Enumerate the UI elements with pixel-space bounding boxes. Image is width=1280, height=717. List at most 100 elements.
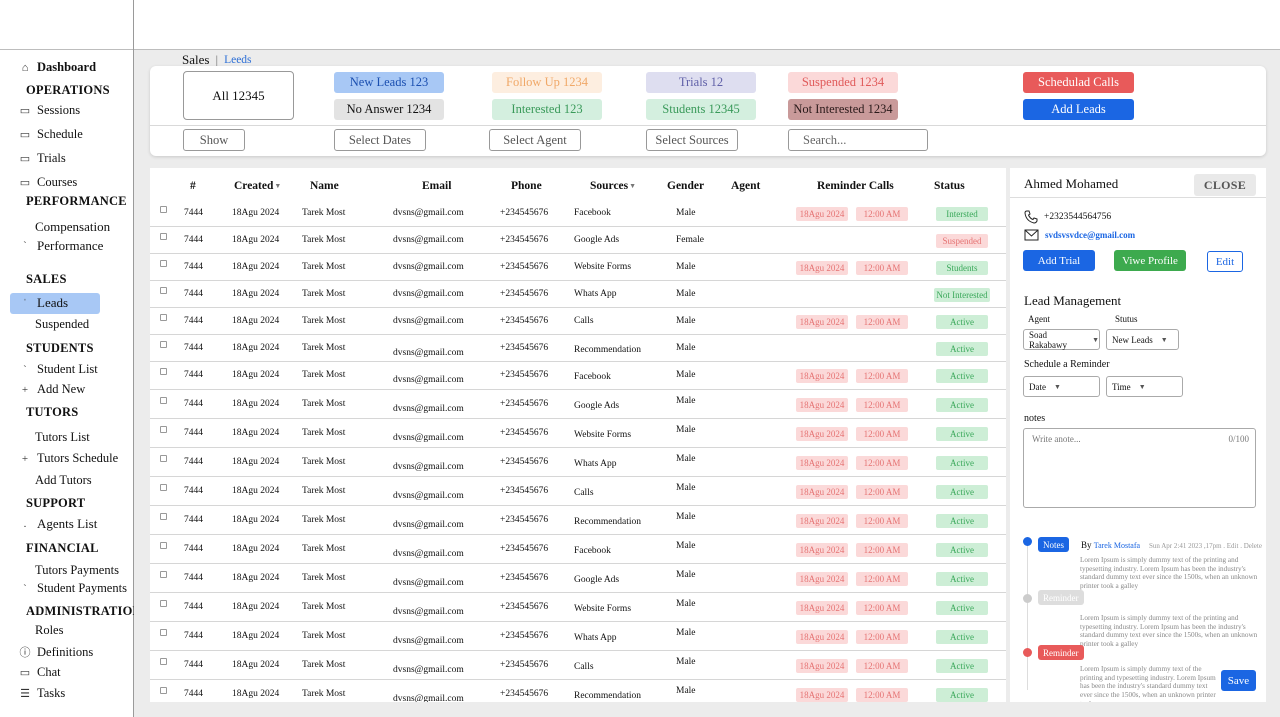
show-button[interactable]: Show [183, 129, 245, 151]
sidebar-item-tasks[interactable]: ☰ Tasks [18, 686, 65, 701]
timeline-author[interactable]: Tarek Mostafa [1094, 541, 1140, 550]
row-checkbox[interactable] [160, 426, 167, 433]
row-checkbox[interactable] [160, 233, 167, 240]
row-source: Whats App [574, 633, 617, 643]
agent-select[interactable]: Soad Rakabawy ▼ [1023, 329, 1100, 350]
row-checkbox[interactable] [160, 571, 167, 578]
filter-interested[interactable]: Interested 123 [492, 99, 602, 120]
row-checkbox[interactable] [160, 600, 167, 607]
sidebar-item-sessions[interactable]: ▭ Sessions [18, 103, 80, 118]
sidebar-item-add-new[interactable]: + Add New [18, 382, 85, 397]
sidebar-item-tutors-schedule[interactable]: + Tutors Schedule [18, 451, 118, 466]
row-checkbox[interactable] [160, 687, 167, 694]
sidebar-item-roles[interactable]: Roles [35, 623, 63, 638]
sidebar-item-tutors-list[interactable]: Tutors List [35, 430, 90, 445]
sidebar-item-chat[interactable]: ▭ Chat [18, 665, 61, 680]
row-source: Calls [574, 488, 594, 498]
sidebar-item-leads[interactable]: ˈ Leads [18, 295, 68, 311]
sidebar-item-trials[interactable]: ▭ Trials [18, 151, 66, 166]
sidebar-item-student-payments[interactable]: ˋ Student Payments [18, 581, 127, 596]
sidebar-item-performance[interactable]: ˋ Performance [18, 238, 103, 254]
row-checkbox[interactable] [160, 629, 167, 636]
filter-suspended[interactable]: Suspended 1234 [788, 72, 898, 93]
table-row[interactable]: 7444 18Agu 2024 Tarek Most dvsns@gmail.com +… [150, 254, 1006, 281]
table-row[interactable]: 7444 18Agu 2024 Tarek Most dvsns@gmail.com +… [150, 680, 1006, 702]
row-checkbox[interactable] [160, 658, 167, 665]
sidebar-item-definitions[interactable]: ⓘ Definitions [18, 644, 94, 660]
add-trial-button[interactable]: Add Trial [1023, 250, 1095, 271]
status-select[interactable]: New Leads ▼ [1106, 329, 1179, 350]
table-row[interactable]: 7444 18Agu 2024 Tarek Most dvsns@gmail.com +… [150, 390, 1006, 419]
filter-not-interested[interactable]: Not Interested 1234 [788, 99, 898, 120]
row-checkbox[interactable] [160, 368, 167, 375]
row-reminder-date: 18Agu 2024 [796, 572, 848, 586]
table-row[interactable]: 7444 18Agu 2024 Tarek Most dvsns@gmail.com +… [150, 200, 1006, 227]
dot-icon: . [23, 518, 27, 530]
table-row[interactable]: 7444 18Agu 2024 Tarek Most dvsns@gmail.com +… [150, 622, 1006, 651]
row-gender: Male [676, 425, 696, 435]
scheduled-calls-button[interactable]: Schedulad Calls [1023, 72, 1134, 93]
row-checkbox[interactable] [160, 260, 167, 267]
table-row[interactable]: 7444 18Agu 2024 Tarek Most dvsns@gmail.com +… [150, 477, 1006, 506]
row-checkbox[interactable] [160, 484, 167, 491]
table-row[interactable]: 7444 18Agu 2024 Tarek Most dvsns@gmail.com +… [150, 362, 1006, 390]
row-checkbox[interactable] [160, 542, 167, 549]
sidebar-item-courses[interactable]: ▭ Courses [18, 175, 77, 190]
row-phone: +234545676 [500, 316, 549, 326]
filter-follow-up[interactable]: Follow Up 1234 [492, 72, 602, 93]
col-header-sources[interactable]: Sources▼ [590, 180, 636, 192]
time-select[interactable]: Time ▼ [1106, 376, 1183, 397]
edit-button[interactable]: Edit [1207, 251, 1243, 272]
row-phone: +234545676 [500, 208, 549, 218]
select-agent-button[interactable]: Select Agent [489, 129, 581, 151]
row-checkbox[interactable] [160, 206, 167, 213]
select-sources-button[interactable]: Select Sources [646, 129, 738, 151]
table-row[interactable]: 7444 18Agu 2024 Tarek Most dvsns@gmail.com +… [150, 448, 1006, 477]
filter-no-answer[interactable]: No Answer 1234 [334, 99, 444, 120]
lead-email[interactable]: svdsvsvdce@gmail.com [1024, 229, 1135, 241]
row-checkbox[interactable] [160, 287, 167, 294]
table-row[interactable]: 7444 18Agu 2024 Tarek Most dvsns@gmail.com +… [150, 593, 1006, 622]
row-checkbox[interactable] [160, 341, 167, 348]
close-button[interactable]: CLOSE [1194, 174, 1256, 196]
select-dates-button[interactable]: Select Dates [334, 129, 426, 151]
table-row[interactable]: 7444 18Agu 2024 Tarek Most dvsns@gmail.com +… [150, 281, 1006, 308]
col-header-created[interactable]: Created▼ [234, 180, 281, 192]
row-checkbox[interactable] [160, 397, 167, 404]
table-row[interactable]: 7444 18Agu 2024 Tarek Most dvsns@gmail.com +… [150, 564, 1006, 593]
search-input[interactable]: Search... [788, 129, 928, 151]
table-row[interactable]: 7444 18Agu 2024 Tarek Most dvsns@gmail.com +… [150, 308, 1006, 335]
sidebar-item-student-list[interactable]: ˋ Student List [18, 362, 98, 377]
row-phone: +234545676 [500, 660, 549, 670]
save-button[interactable]: Save [1221, 670, 1256, 691]
row-gender: Male [676, 262, 696, 272]
sidebar-item-agents-list[interactable]: . Agents List [18, 516, 98, 532]
sidebar-item-compensation[interactable]: Compensation [35, 219, 110, 235]
sidebar-item-schedule[interactable]: ▭ Schedule [18, 127, 83, 142]
row-checkbox[interactable] [160, 513, 167, 520]
add-leads-button[interactable]: Add Leads [1023, 99, 1134, 120]
sidebar-item-suspended[interactable]: Suspended [35, 317, 89, 332]
table-row[interactable]: 7444 18Agu 2024 Tarek Most dvsns@gmail.com +… [150, 227, 1006, 254]
row-reminder-date: 18Agu 2024 [796, 659, 848, 673]
notes-label: notes [1024, 413, 1046, 424]
table-row[interactable]: 7444 18Agu 2024 Tarek Most dvsns@gmail.com +… [150, 535, 1006, 564]
filter-students[interactable]: Students 12345 [646, 99, 756, 120]
sidebar-item-dashboard[interactable]: ⌂ Dashboard [18, 60, 96, 75]
row-name: Tarek Most [302, 370, 346, 380]
sidebar-item-tutors-payments[interactable]: Tutors Payments [35, 563, 119, 578]
sidebar-item-add-tutors[interactable]: Add Tutors [35, 473, 92, 488]
filter-all[interactable]: All 12345 [183, 71, 294, 120]
row-checkbox[interactable] [160, 314, 167, 321]
table-row[interactable]: 7444 18Agu 2024 Tarek Most dvsns@gmail.com +… [150, 651, 1006, 680]
notes-textarea[interactable]: Write anote... 0/100 [1023, 428, 1256, 508]
table-row[interactable]: 7444 18Agu 2024 Tarek Most dvsns@gmail.com +… [150, 335, 1006, 362]
filter-trials[interactable]: Trials 12 [646, 72, 756, 93]
table-row[interactable]: 7444 18Agu 2024 Tarek Most dvsns@gmail.com +… [150, 419, 1006, 448]
view-profile-button[interactable]: Viwe Profile [1114, 250, 1186, 271]
col-header-gender: Gender [667, 180, 705, 192]
table-row[interactable]: 7444 18Agu 2024 Tarek Most dvsns@gmail.com +… [150, 506, 1006, 535]
row-checkbox[interactable] [160, 455, 167, 462]
filter-new-leads[interactable]: New Leads 123 [334, 72, 444, 93]
date-select[interactable]: Date ▼ [1023, 376, 1100, 397]
